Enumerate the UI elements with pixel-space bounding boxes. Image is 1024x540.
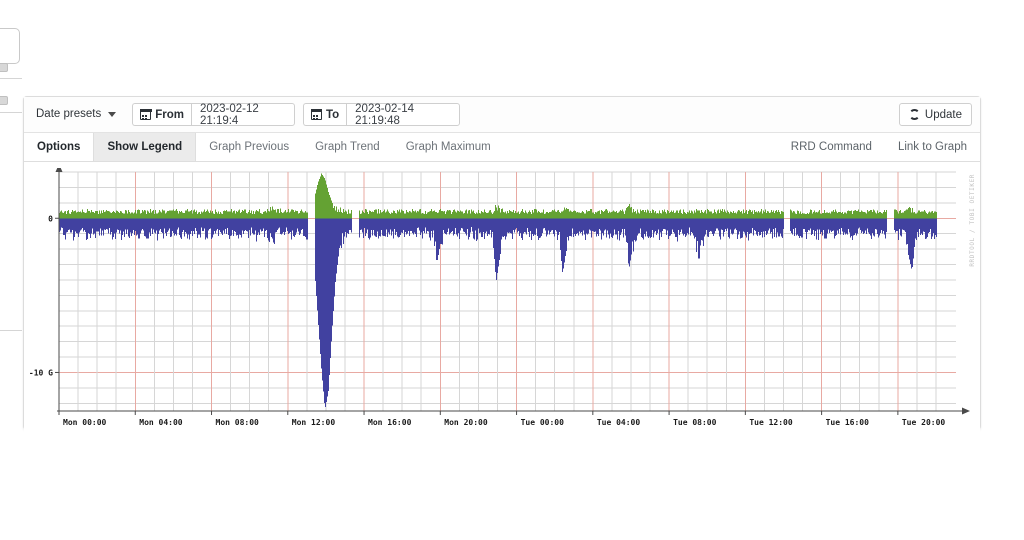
from-date-input[interactable]: 2023-02-12 21:19:4 <box>190 103 295 127</box>
svg-text:Mon 20:00: Mon 20:00 <box>444 418 488 427</box>
svg-text:Mon 08:00: Mon 08:00 <box>216 418 260 427</box>
svg-text:Tue 12:00: Tue 12:00 <box>749 418 793 427</box>
svg-text:Tue 00:00: Tue 00:00 <box>521 418 565 427</box>
rrdtool-watermark: RRDTOOL / TOBI OETIKER <box>969 174 976 267</box>
tab-options[interactable]: Options <box>24 133 93 161</box>
from-label-addon: From <box>132 103 191 126</box>
tab-graph-maximum[interactable]: Graph Maximum <box>393 133 504 161</box>
offscreen-tab-fragment-2 <box>0 96 8 105</box>
offscreen-panel-fragment <box>0 28 20 64</box>
from-label: From <box>155 108 184 121</box>
svg-text:Tue 08:00: Tue 08:00 <box>673 418 717 427</box>
graph-container: 0 -10 G Mon 00:00 Mon 04:00 Mon 08:00 Mon 12:… <box>24 162 980 434</box>
graph-tab-bar: Options Show Legend Graph Previous Graph… <box>24 133 980 162</box>
svg-text:Mon 12:00: Mon 12:00 <box>292 418 336 427</box>
to-date-input[interactable]: 2023-02-14 21:19:48 <box>346 103 461 127</box>
offscreen-tab-fragment-1 <box>0 63 8 72</box>
calendar-icon <box>139 109 152 120</box>
date-presets-label: Date presets <box>36 108 102 120</box>
svg-text:Tue 16:00: Tue 16:00 <box>826 418 870 427</box>
from-date-group: From 2023-02-12 21:19:4 <box>132 103 295 127</box>
svg-text:Mon 00:00: Mon 00:00 <box>63 418 107 427</box>
svg-text:-10 G: -10 G <box>29 369 53 378</box>
to-label: To <box>325 108 340 121</box>
calendar-icon <box>310 109 323 120</box>
offscreen-divider-2 <box>0 112 22 113</box>
svg-text:Mon 16:00: Mon 16:00 <box>368 418 412 427</box>
offscreen-divider-3 <box>0 330 22 331</box>
rrd-graph-svg: 0 -10 G Mon 00:00 Mon 04:00 Mon 08:00 Mon 12:… <box>29 168 970 427</box>
tab-rrd-command[interactable]: RRD Command <box>778 133 885 161</box>
date-presets-button[interactable]: Date presets <box>32 103 124 126</box>
graph-panel: Date presets From 2023-02-12 21:19:4 To … <box>23 96 981 434</box>
svg-text:0: 0 <box>48 214 53 223</box>
svg-text:Mon 04:00: Mon 04:00 <box>139 418 183 427</box>
svg-text:Tue 20:00: Tue 20:00 <box>902 418 946 427</box>
tab-show-legend[interactable]: Show Legend <box>93 133 197 161</box>
tab-graph-previous[interactable]: Graph Previous <box>196 133 302 161</box>
to-label-addon: To <box>302 103 347 126</box>
rrd-graph: 0 -10 G Mon 00:00 Mon 04:00 Mon 08:00 Mon 12:… <box>24 168 980 434</box>
to-date-group: To 2023-02-14 21:19:48 <box>302 103 461 127</box>
chevron-down-icon <box>108 112 117 117</box>
tab-bar-right-group: RRD Command Link to Graph <box>778 133 980 161</box>
graph-toolbar: Date presets From 2023-02-12 21:19:4 To … <box>24 97 980 133</box>
tab-link-to-graph[interactable]: Link to Graph <box>885 133 980 161</box>
refresh-icon <box>908 109 920 120</box>
offscreen-divider-1 <box>0 78 22 79</box>
update-label: Update <box>924 108 962 121</box>
tab-graph-trend[interactable]: Graph Trend <box>302 133 393 161</box>
svg-text:Tue 04:00: Tue 04:00 <box>597 418 641 427</box>
update-button[interactable]: Update <box>898 103 972 126</box>
